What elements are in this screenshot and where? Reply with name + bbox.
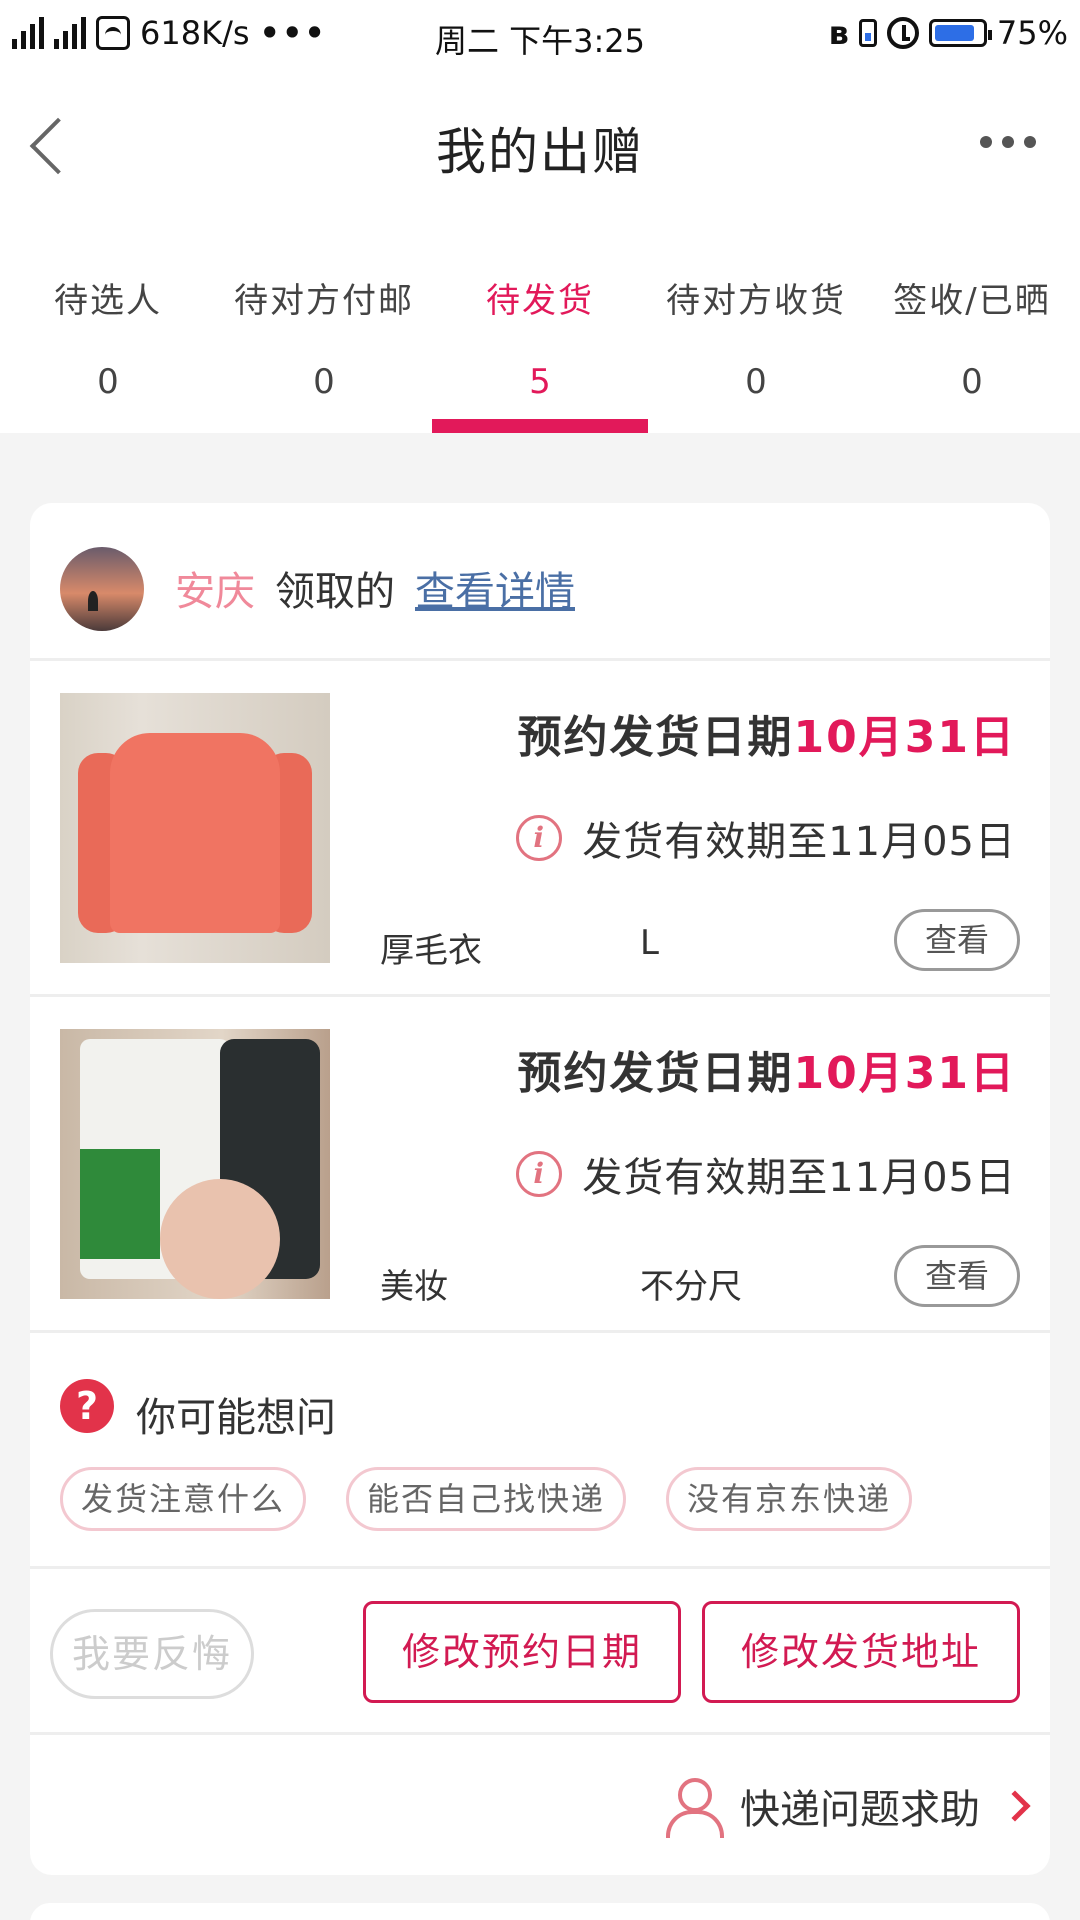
status-right: ʙ 75%	[829, 14, 1068, 52]
status-more-icon: •••	[259, 14, 327, 52]
schedule-date-value: 10月31日	[793, 1048, 1016, 1099]
chevron-right-icon	[999, 1790, 1031, 1822]
tab-label: 待发货	[486, 281, 594, 321]
recipient-row: 安庆 领取的 查看详情	[30, 503, 1050, 661]
schedule-date: 预约发货日期10月31日	[518, 1037, 1016, 1101]
battery-small-icon	[858, 19, 877, 47]
regret-button[interactable]: 我要反悔	[50, 1609, 254, 1699]
tab-label: 待选人	[54, 281, 162, 321]
status-left: 618K/s •••	[12, 14, 327, 52]
tab-pending-postage[interactable]: 待对方付邮 0	[216, 217, 432, 433]
faq-chip[interactable]: 发货注意什么	[60, 1467, 307, 1531]
schedule-label: 预约发货日期	[517, 712, 794, 763]
wifi-icon	[96, 16, 130, 50]
item-thumbnail[interactable]	[60, 693, 330, 963]
tab-count: 0	[961, 362, 983, 402]
tab-count: 5	[529, 362, 551, 402]
recipient-info: 安庆 领取的 查看详情	[175, 559, 575, 617]
item-size: L	[640, 923, 659, 963]
item-thumbnail[interactable]	[60, 1029, 330, 1299]
shipping-help-label: 快递问题求助	[740, 1787, 980, 1833]
tab-count: 0	[97, 362, 119, 402]
battery-fill	[934, 25, 974, 41]
tab-count: 0	[745, 362, 767, 402]
status-tabs: 待选人 0 待对方付邮 0 待发货 5 待对方收货 0 签收/已晒 0	[0, 217, 1080, 433]
validity-text: 发货有效期至11月05日	[582, 1155, 1016, 1201]
info-icon: i	[516, 815, 563, 861]
alarm-icon	[886, 17, 919, 49]
bluetooth-icon: ʙ	[828, 14, 849, 52]
next-order-card	[30, 1903, 1050, 1920]
tab-label: 待对方收货	[666, 281, 846, 321]
faq-chip[interactable]: 没有京东快递	[666, 1467, 913, 1531]
faq-chip[interactable]: 能否自己找快递	[346, 1467, 627, 1531]
schedule-label: 预约发货日期	[517, 1048, 794, 1099]
status-bar: 618K/s ••• 周二 下午3:25 ʙ 75%	[0, 0, 1080, 72]
nav-bar: 我的出赠	[0, 72, 1080, 217]
info-icon: i	[516, 1151, 563, 1197]
person-icon	[666, 1778, 724, 1838]
tab-pending-receive[interactable]: 待对方收货 0	[648, 217, 864, 433]
ship-validity: i 发货有效期至11月05日	[516, 1145, 1016, 1203]
hd-signal-icon	[12, 17, 44, 49]
battery-icon	[928, 19, 992, 47]
item-size: 不分尺	[640, 1267, 742, 1307]
avatar[interactable]	[60, 547, 144, 631]
action-row: 我要反悔 修改预约日期 修改发货地址	[30, 1569, 1050, 1735]
tab-label: 签收/已晒	[893, 281, 1051, 321]
tab-pending-select[interactable]: 待选人 0	[0, 217, 216, 433]
shipping-help[interactable]: 快递问题求助	[666, 1777, 1031, 1838]
tab-label: 待对方付邮	[234, 281, 414, 321]
tab-count: 0	[313, 362, 335, 402]
schedule-date-value: 10月31日	[793, 712, 1016, 763]
gift-item: 预约发货日期10月31日 i 发货有效期至11月05日 美妆 不分尺 查看	[30, 997, 1050, 1333]
page-title: 我的出赠	[436, 123, 644, 181]
network-speed: 618K/s	[140, 14, 250, 52]
gift-item: 预约发货日期10月31日 i 发货有效期至11月05日 厚毛衣 L 查看	[30, 661, 1050, 997]
signal-icon	[54, 17, 86, 49]
faq-title: 你可能想问	[136, 1395, 336, 1441]
item-name: 美妆	[380, 1267, 448, 1307]
view-button[interactable]: 查看	[894, 909, 1020, 971]
view-button[interactable]: 查看	[894, 1245, 1020, 1307]
tab-pending-ship[interactable]: 待发货 5	[432, 217, 648, 433]
item-name: 厚毛衣	[380, 931, 482, 971]
change-date-button[interactable]: 修改预约日期	[363, 1601, 681, 1703]
schedule-date: 预约发货日期10月31日	[518, 701, 1016, 765]
ship-validity: i 发货有效期至11月05日	[516, 809, 1016, 867]
question-icon: ?	[60, 1379, 114, 1433]
validity-text: 发货有效期至11月05日	[582, 819, 1016, 865]
view-details-link[interactable]: 查看详情	[415, 559, 575, 617]
change-address-button[interactable]: 修改发货地址	[702, 1601, 1020, 1703]
tab-received[interactable]: 签收/已晒 0	[864, 217, 1080, 433]
faq-section: ? 你可能想问 发货注意什么 能否自己找快递 没有京东快递	[30, 1333, 1050, 1569]
claim-text: 领取的	[275, 569, 395, 615]
faq-chips: 发货注意什么 能否自己找快递 没有京东快递	[60, 1467, 913, 1531]
recipient-city: 安庆	[175, 569, 255, 615]
shipping-help-row[interactable]: 快递问题求助	[30, 1735, 1050, 1875]
order-card: 安庆 领取的 查看详情 预约发货日期10月31日 i 发货有效期至11月05日 …	[30, 503, 1050, 1875]
battery-percent: 75%	[996, 14, 1068, 52]
more-icon[interactable]	[980, 136, 1036, 148]
